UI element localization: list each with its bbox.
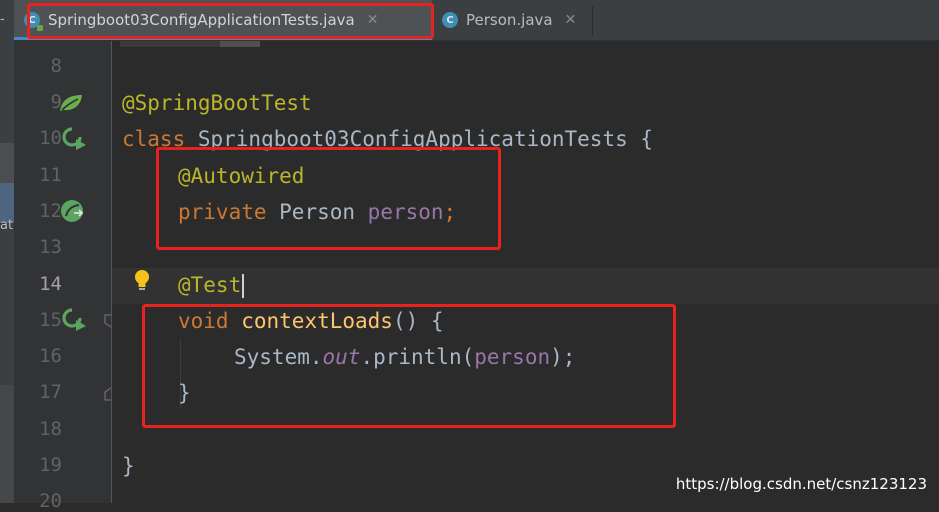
line-number: 19 [39,454,62,476]
line-number: 16 [39,345,62,367]
tab-label: Person.java [466,11,553,29]
annotation: @Test [178,273,242,297]
line-number: 11 [39,164,62,186]
line-number: 18 [39,418,62,440]
line-number: 13 [39,236,62,258]
highlight-box-autowired [156,147,501,250]
horizontal-scrollbar[interactable] [120,41,260,47]
run-test-icon[interactable] [62,308,88,332]
autowired-navigation-icon[interactable] [60,199,88,225]
scrollbar-thumb[interactable] [220,41,260,47]
code-line-14[interactable]: @Test [178,273,245,298]
line-number: 15 [39,309,62,331]
spring-bean-icon[interactable] [58,93,84,113]
closing-brace: } [122,454,135,478]
close-icon[interactable]: ✕ [565,12,577,28]
code-line-19[interactable]: } [122,454,135,478]
text-caret [242,274,245,298]
annotation: @SpringBootTest [122,91,312,115]
tab-person[interactable]: C Person.java ✕ [432,0,592,40]
watermark-url: https://blog.csdn.net/csnz123123 [675,475,927,493]
tab-divider [592,6,593,36]
line-number: 20 [39,490,62,512]
panel-row[interactable] [0,143,14,183]
code-line-9[interactable]: @SpringBootTest [122,91,312,115]
line-number-current: 14 [39,273,62,295]
panel-area [0,385,14,503]
line-number: 9 [50,91,62,113]
lightbulb-icon[interactable] [132,268,152,294]
line-number: 8 [50,55,62,77]
code-editor[interactable]: @SpringBootTest class Springboot03Config… [112,41,939,503]
panel-row-selected[interactable] [0,183,14,223]
highlight-box-tab [27,3,434,39]
java-class-icon: C [442,12,458,28]
project-panel-edge[interactable]: - at [0,0,14,503]
highlight-box-test-method [142,304,676,428]
line-number: 12 [39,200,62,222]
line-number: 17 [39,381,62,403]
panel-text-fragment: at [0,218,14,233]
line-number: 10 [39,127,62,149]
run-test-icon[interactable] [62,127,88,151]
editor-gutter[interactable]: 8 9 10 11 12 13 14 15 16 17 18 19 20 [14,41,118,512]
panel-menu-glyph: - [0,12,5,27]
